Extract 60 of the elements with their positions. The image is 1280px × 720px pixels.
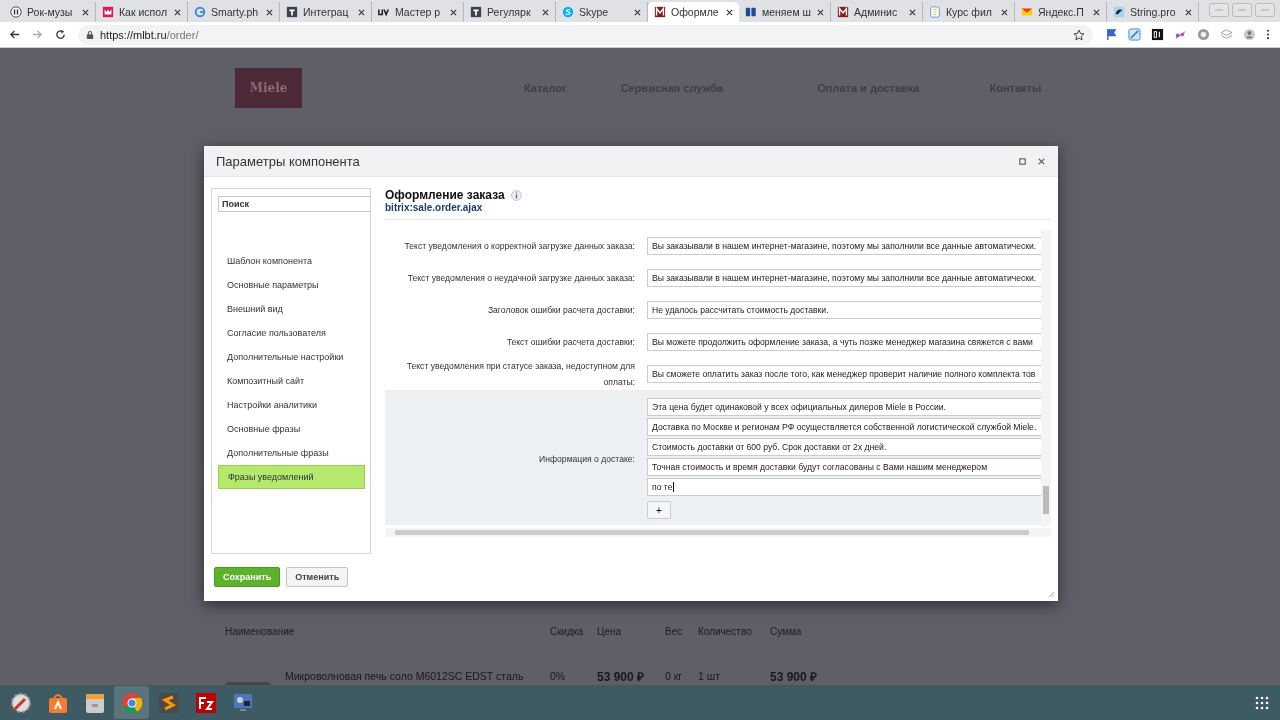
add-button[interactable]: + xyxy=(647,501,671,519)
sidebar-item[interactable]: Внешний вид xyxy=(218,297,365,321)
sidebar-item[interactable]: Основные параметры xyxy=(218,273,365,297)
column-header: Цена xyxy=(597,626,622,637)
column-header: Вес xyxy=(665,626,683,637)
column-header: Сумма xyxy=(770,626,802,637)
column-header: Наименование xyxy=(225,626,295,637)
column-header: Скидка xyxy=(550,626,584,637)
field-label: Заголовок ошибки расчета доставки: xyxy=(486,304,636,317)
table-cell-text: 53 900 ₽ xyxy=(597,669,645,685)
address-field[interactable]: https://mlbt.ru/order/ xyxy=(78,24,1093,45)
tab-title: String.pro xyxy=(1130,6,1177,18)
table-cell-text: 53 900 ₽ xyxy=(770,669,818,685)
field-label: Текст ошибки расчета доставки: xyxy=(505,336,636,349)
input-field[interactable]: Вы можете продолжить оформление заказа, а чуть позже менеджер магазина свяжется с вами xyxy=(647,333,1041,351)
field-label: Текст уведомления о корректной загрузке данных заказа: xyxy=(403,240,636,253)
tab-title: меняем ш xyxy=(762,6,812,18)
sidebar-item[interactable]: Дополнительные фразы xyxy=(218,441,365,465)
sidebar-item[interactable]: Согласие пользователя xyxy=(218,321,365,345)
field-label: Текст уведомления о неудачной загрузке данных заказа: xyxy=(406,272,636,285)
input-field[interactable]: Вы заказывали в нашем интернет-магазине, поэтому мы заполнили все данные автоматически. xyxy=(647,269,1041,287)
tab-title: Оформле xyxy=(671,6,720,18)
tab-title: Интеграц xyxy=(303,6,350,18)
tab-title: Курс фил xyxy=(946,6,993,18)
input-field[interactable]: Не удалось рассчитать стоимость доставки. xyxy=(647,301,1041,319)
input-field[interactable]: Доставка по Москве и регионам РФ осуществляется собственной логистической службой Miele. xyxy=(647,418,1041,436)
tab-title: Как испол xyxy=(119,6,168,18)
product-name: Микроволновая печь соло M6012SC EDST сталь xyxy=(285,670,524,682)
dialog-title: Параметры компонента xyxy=(216,153,360,169)
input-field[interactable]: по те xyxy=(647,478,1041,496)
input-field[interactable]: Вы заказывали в нашем интернет-магазине, поэтому мы заполнили все данные автоматически. xyxy=(647,237,1041,255)
sidebar-item[interactable]: Фразы уведомлений xyxy=(218,465,365,489)
input-field[interactable]: Точная стоимость и время доставки будут согласованы с Вами нашим менеджером xyxy=(647,458,1041,476)
tab-title: Яндекс.П xyxy=(1038,6,1085,18)
table-cell: 0% xyxy=(550,670,566,682)
input-field[interactable]: Стоимость доставки от 600 руб. Срок доставки от 2х дней. xyxy=(647,438,1041,456)
sidebar-item[interactable]: Настройки аналитики xyxy=(218,393,365,417)
tab-title: Мастер р xyxy=(395,6,442,18)
url-text: https://mlbt.ru/order/ xyxy=(100,28,199,41)
sidebar-item[interactable]: Дополнительные настройки xyxy=(218,345,365,369)
input-field[interactable]: Эта цена будет одинаковой у всех официальных дилеров Miele в России. xyxy=(647,398,1041,416)
field-label: Текст уведомления при статусе заказа, недоступном для оплаты: xyxy=(405,360,636,389)
sidebar-item[interactable]: Шаблон компонента xyxy=(218,249,365,273)
cancel-button[interactable]: Отменить xyxy=(286,567,349,587)
table-cell: 1 шт xyxy=(698,670,720,682)
tab-title: Smarty.ph xyxy=(211,6,260,18)
input-field[interactable]: Вы сможете оплатить заказ после того, как менеджер проверит наличие полного комплекта тов xyxy=(647,365,1041,383)
component-title: Оформление заказа xyxy=(385,188,505,202)
sidebar-item[interactable]: Композитный сайт xyxy=(218,369,365,393)
sidebar-item[interactable]: Основные фразы xyxy=(218,417,365,441)
tab-title: Админис xyxy=(854,6,899,18)
component-code: bitrix:sale.order.ajax xyxy=(385,202,484,213)
tab-title: Skype xyxy=(579,6,610,18)
column-header: Количество xyxy=(698,626,752,637)
tab-title: Регулярк xyxy=(487,6,532,18)
table-cell: 0 кг xyxy=(665,670,683,682)
search-field[interactable]: Поиск xyxy=(218,196,370,212)
tab-title: Рок-музы xyxy=(27,6,74,18)
field-label: Информация о достаке: xyxy=(538,452,636,466)
browser-tab[interactable]: Оформле xyxy=(648,2,739,22)
